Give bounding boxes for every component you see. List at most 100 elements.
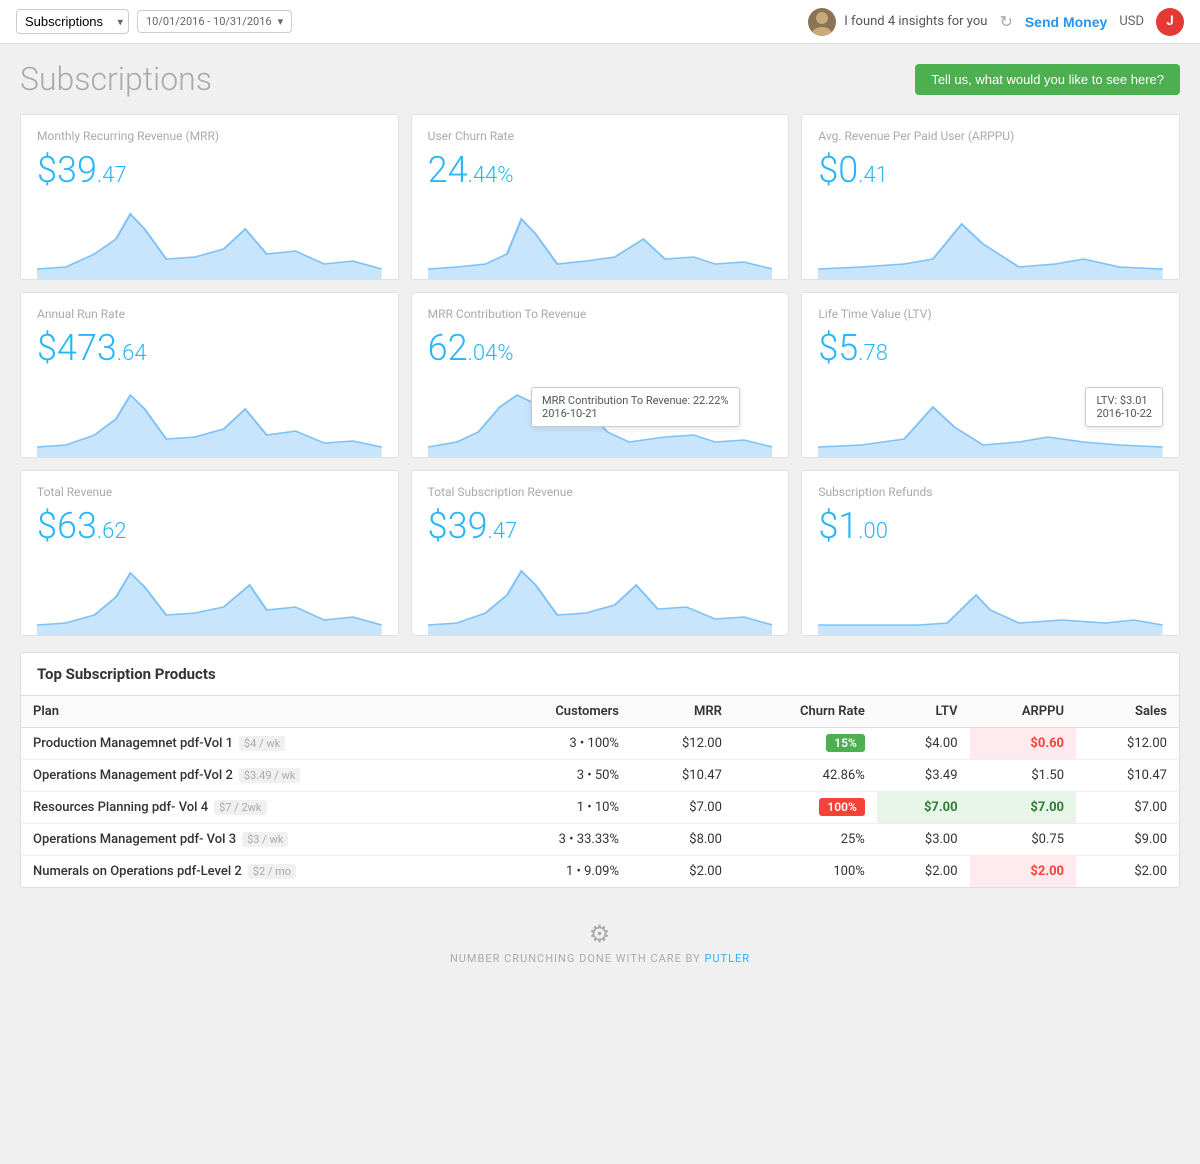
chart-area-7: [428, 555, 773, 635]
metric-label-8: Subscription Refunds: [818, 485, 1163, 499]
mrr-cell-3: $8.00: [631, 824, 734, 856]
chart-area-2: [818, 199, 1163, 279]
arppu-cell-3: $0.75: [970, 824, 1076, 856]
arppu-cell-1: $1.50: [970, 760, 1076, 792]
table-row[interactable]: Operations Management pdf- Vol 3$3 / wk3…: [21, 824, 1179, 856]
metric-value-3: $473.64: [37, 327, 382, 369]
page-header: Subscriptions Tell us, what would you li…: [20, 60, 1180, 98]
metric-card-5[interactable]: Life Time Value (LTV) $5.78 LTV: $3.012016…: [801, 292, 1180, 458]
metric-card-1[interactable]: User Churn Rate 24.44%: [411, 114, 790, 280]
topnav: Subscriptions 10/01/2016 - 10/31/2016 ▾ …: [0, 0, 1200, 44]
sales-cell-4: $2.00: [1076, 856, 1179, 888]
subscriptions-dropdown[interactable]: Subscriptions: [16, 9, 129, 34]
insights-area: I found 4 insights for you: [808, 8, 987, 36]
subscriptions-table: PlanCustomersMRRChurn RateLTVARPPUSales …: [21, 696, 1179, 887]
currency-label: USD: [1119, 14, 1144, 29]
plan-price-0: $4 / wk: [239, 736, 285, 751]
chart-area-8: [818, 555, 1163, 635]
plan-cell-2: Resources Planning pdf- Vol 4$7 / 2wk: [21, 792, 490, 824]
chart-area-6: [37, 555, 382, 635]
churn-cell-0: 15%: [734, 728, 877, 760]
metric-label-1: User Churn Rate: [428, 129, 773, 143]
refresh-icon[interactable]: ↻: [999, 12, 1012, 31]
metrics-grid: Monthly Recurring Revenue (MRR) $39.47 Use…: [20, 114, 1180, 636]
table-row[interactable]: Numerals on Operations pdf-Level 2$2 / m…: [21, 856, 1179, 888]
arppu-cell-2: $7.00: [970, 792, 1076, 824]
chart-area-5: LTV: $3.012016-10-22: [818, 377, 1163, 457]
metric-label-6: Total Revenue: [37, 485, 382, 499]
metric-value-0: $39.47: [37, 149, 382, 191]
metric-card-3[interactable]: Annual Run Rate $473.64: [20, 292, 399, 458]
chart-area-4: MRR Contribution To Revenue: 22.22%2016-…: [428, 377, 773, 457]
ltv-cell-1: $3.49: [877, 760, 970, 792]
plan-price-3: $3 / wk: [242, 832, 288, 847]
churn-badge-0: 15%: [826, 734, 865, 752]
date-range-selector[interactable]: 10/01/2016 - 10/31/2016 ▾: [137, 10, 292, 33]
metric-label-0: Monthly Recurring Revenue (MRR): [37, 129, 382, 143]
customers-cell-4: 1 • 9.09%: [490, 856, 631, 888]
metric-card-8[interactable]: Subscription Refunds $1.00: [801, 470, 1180, 636]
footer-brand: PUTLER: [704, 952, 750, 965]
footer-icon: ⚙: [36, 920, 1164, 948]
metric-card-7[interactable]: Total Subscription Revenue$39.47: [411, 470, 790, 636]
metric-label-5: Life Time Value (LTV): [818, 307, 1163, 321]
footer-tagline: NUMBER CRUNCHING DONE WITH CARE BY: [450, 952, 701, 965]
date-range-chevron[interactable]: ▾: [278, 15, 284, 28]
mrr-cell-4: $2.00: [631, 856, 734, 888]
metric-card-4[interactable]: MRR Contribution To Revenue62.04%MRR Con…: [411, 292, 790, 458]
metric-card-2[interactable]: Avg. Revenue Per Paid User (ARPPU)$0.41: [801, 114, 1180, 280]
churn-cell-4: 100%: [734, 856, 877, 888]
sales-cell-3: $9.00: [1076, 824, 1179, 856]
plan-name-3: Operations Management pdf- Vol 3: [33, 832, 236, 847]
metric-label-3: Annual Run Rate: [37, 307, 382, 321]
table-row[interactable]: Operations Management pdf-Vol 2$3.49 / w…: [21, 760, 1179, 792]
insights-text: I found 4 insights for you: [844, 14, 987, 29]
th-customers: Customers: [490, 696, 631, 728]
sales-cell-2: $7.00: [1076, 792, 1179, 824]
tell-us-button[interactable]: Tell us, what would you like to see here…: [915, 64, 1180, 95]
metric-label-4: MRR Contribution To Revenue: [428, 307, 773, 321]
churn-cell-2: 100%: [734, 792, 877, 824]
metric-value-1: 24.44%: [428, 149, 773, 191]
th-plan: Plan: [21, 696, 490, 728]
chart-area-1: [428, 199, 773, 279]
churn-badge-2: 100%: [819, 798, 864, 816]
plan-cell-3: Operations Management pdf- Vol 3 $3 / wk: [21, 824, 490, 856]
th-ltv: LTV: [877, 696, 970, 728]
send-money-button[interactable]: Send Money: [1025, 14, 1107, 30]
table-row[interactable]: Resources Planning pdf- Vol 4$7 / 2wk1 •…: [21, 792, 1179, 824]
metric-value-2: $0.41: [818, 149, 1163, 191]
main-content: Subscriptions Tell us, what would you li…: [0, 44, 1200, 997]
plan-name-4: Numerals on Operations pdf-Level 2: [33, 864, 242, 879]
metric-value-8: $1.00: [818, 505, 1163, 547]
mrr-cell-1: $10.47: [631, 760, 734, 792]
chart-area-3: [37, 377, 382, 457]
footer: ⚙ NUMBER CRUNCHING DONE WITH CARE BY PUT…: [20, 904, 1180, 981]
plan-price-1: $3.49 / wk: [239, 768, 300, 783]
topnav-left: Subscriptions 10/01/2016 - 10/31/2016 ▾: [16, 9, 292, 34]
plan-cell-4: Numerals on Operations pdf-Level 2$2 / m…: [21, 856, 490, 888]
tooltip-4: MRR Contribution To Revenue: 22.22%2016-…: [531, 387, 740, 427]
th-mrr: MRR: [631, 696, 734, 728]
metric-value-5: $5.78: [818, 327, 1163, 369]
date-range-text: 10/01/2016 - 10/31/2016: [146, 15, 272, 28]
th-churn-rate: Churn Rate: [734, 696, 877, 728]
metric-card-0[interactable]: Monthly Recurring Revenue (MRR) $39.47: [20, 114, 399, 280]
plan-cell-0: Production Managemnet pdf-Vol 1$4 / wk: [21, 728, 490, 760]
th-arppu: ARPPU: [970, 696, 1076, 728]
chart-area-0: [37, 199, 382, 279]
mrr-cell-2: $7.00: [631, 792, 734, 824]
user-badge[interactable]: J: [1156, 8, 1184, 36]
customers-cell-0: 3 • 100%: [490, 728, 631, 760]
plan-cell-1: Operations Management pdf-Vol 2$3.49 / w…: [21, 760, 490, 792]
ltv-cell-0: $4.00: [877, 728, 970, 760]
insights-avatar: [808, 8, 836, 36]
plan-price-2: $7 / 2wk: [214, 800, 266, 815]
page-title: Subscriptions: [20, 60, 212, 98]
table-row[interactable]: Production Managemnet pdf-Vol 1$4 / wk3 …: [21, 728, 1179, 760]
metric-card-6[interactable]: Total Revenue$63.62: [20, 470, 399, 636]
customers-cell-2: 1 • 10%: [490, 792, 631, 824]
subscriptions-dropdown-wrapper[interactable]: Subscriptions: [16, 9, 129, 34]
table-header: PlanCustomersMRRChurn RateLTVARPPUSales: [21, 696, 1179, 728]
arppu-cell-0: $0.60: [970, 728, 1076, 760]
